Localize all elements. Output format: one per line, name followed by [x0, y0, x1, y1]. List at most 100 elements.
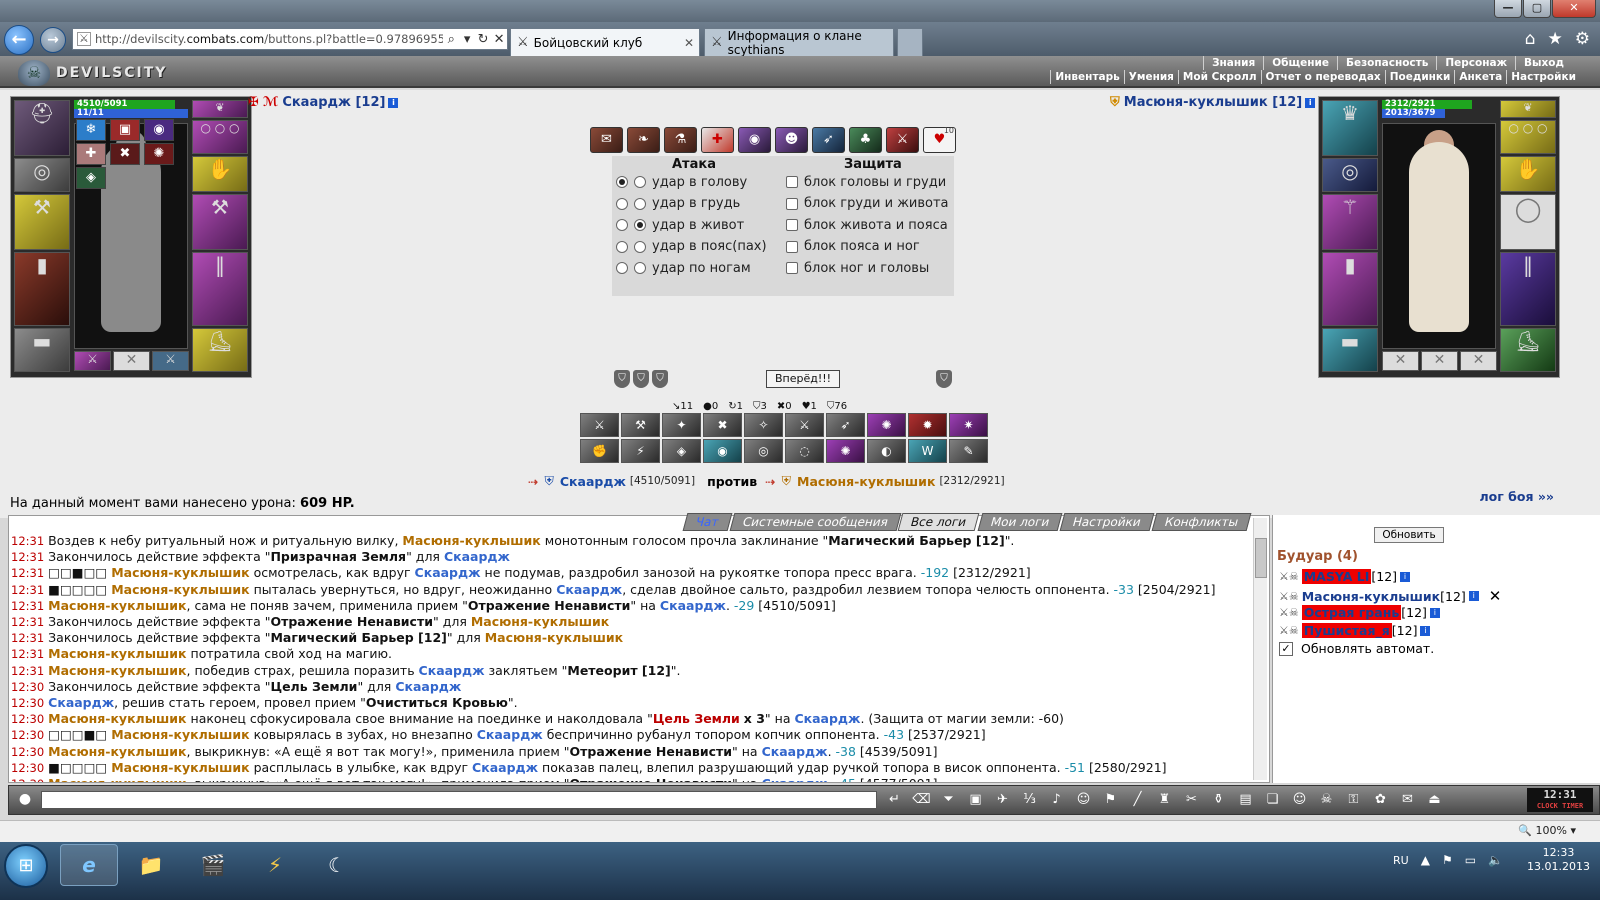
block-option[interactable]: блок пояса и ног	[786, 237, 920, 257]
helmet-slot[interactable]: ⛑	[14, 100, 70, 156]
skill-icon[interactable]: ➶	[826, 413, 865, 437]
attack-radio-2[interactable]	[634, 240, 646, 253]
block-radio[interactable]	[786, 219, 798, 231]
attack-radio[interactable]	[616, 219, 628, 231]
attack-radio[interactable]	[616, 176, 628, 188]
home-icon[interactable]: ⌂	[1525, 29, 1536, 49]
bracers-slot[interactable]: ◎	[1322, 158, 1378, 192]
block-radio[interactable]	[786, 262, 798, 274]
cross-effect-icon[interactable]: ✚	[76, 143, 106, 165]
skill-icon[interactable]: ✎	[949, 439, 988, 463]
gloves-slot[interactable]: ✋	[192, 156, 248, 192]
chat-icon[interactable]: ●	[15, 791, 35, 809]
attack-radio-2[interactable]	[634, 262, 646, 274]
orb-effect-icon[interactable]: ◉	[144, 119, 174, 141]
weapon-slot[interactable]: ⚚	[1322, 194, 1378, 250]
bracers-slot[interactable]: ◎	[14, 158, 70, 192]
skill-icon[interactable]: ◐	[867, 439, 906, 463]
info-icon[interactable]: i	[1400, 571, 1411, 582]
chat-scrollbar[interactable]	[1253, 518, 1267, 780]
player-name[interactable]: ✠ ℳ Скаардж [12] i	[248, 95, 399, 110]
shield-icon[interactable]: ⛉	[614, 370, 630, 388]
tab-chat-settings[interactable]: Настройки	[1059, 513, 1155, 531]
skill-icon[interactable]: ◎	[744, 439, 783, 463]
attack-radio-2[interactable]	[634, 197, 646, 210]
maximize-button[interactable]: ▢	[1523, 0, 1551, 18]
helmet-slot[interactable]: ♛	[1322, 100, 1378, 156]
menu-profile[interactable]: Анкета	[1454, 70, 1506, 84]
ice-effect-icon[interactable]: ❄	[76, 119, 106, 141]
armor-slot[interactable]: ▮	[14, 252, 70, 326]
network-icon[interactable]: ▭	[1465, 853, 1476, 867]
attack-option[interactable]: удар в живот	[616, 215, 744, 235]
chat-input[interactable]	[41, 791, 877, 809]
tools-icon[interactable]: ✂	[1178, 789, 1205, 811]
media-icon[interactable]: 🎬	[184, 844, 242, 886]
auto-refresh-checkbox[interactable]: ✓	[1279, 641, 1293, 656]
eye-tool-icon[interactable]: ◉	[738, 127, 771, 153]
chest-icon[interactable]: ▤	[1232, 789, 1259, 811]
favorites-icon[interactable]: ★	[1548, 29, 1563, 49]
herb-tool-icon[interactable]: ❧	[627, 127, 660, 153]
skill-icon[interactable]: W	[908, 439, 947, 463]
offhand-slot[interactable]: ⚒	[192, 194, 248, 250]
pants-slot[interactable]: ‖	[192, 252, 248, 326]
armor-slot[interactable]: ▮	[1322, 252, 1378, 326]
room-user[interactable]: ⚔☠ MASYA LI [12] i	[1279, 569, 1411, 584]
info-icon[interactable]: i	[1305, 97, 1316, 108]
opponent-avatar[interactable]	[1382, 123, 1496, 349]
heal-tool-icon[interactable]: ✚	[701, 127, 734, 153]
pocket-slot-1[interactable]: ✕	[1382, 351, 1419, 371]
system-clock[interactable]: 12:33 13.01.2013	[1527, 846, 1590, 874]
skill-icon[interactable]: ✺	[867, 413, 906, 437]
attack-option[interactable]: удар в пояс(пах)	[616, 237, 767, 257]
shield-icon[interactable]: ⛉	[652, 370, 668, 388]
mail-icon[interactable]: ✉	[1394, 789, 1421, 811]
chest-effect-icon[interactable]: ▣	[110, 119, 140, 141]
room-user[interactable]: ⚔☠ Масюня-куклышик [12] i ✕	[1279, 587, 1501, 605]
rings-slot[interactable]: ○ ○ ○	[192, 120, 248, 154]
address-url[interactable]: http://devilscity.combats.com/buttons.pl…	[95, 32, 443, 46]
filter-icon[interactable]: ⏷	[935, 789, 962, 811]
attack-radio[interactable]	[616, 197, 628, 210]
mask-tool-icon[interactable]: ☻	[775, 127, 808, 153]
forward-button[interactable]: →	[40, 27, 66, 53]
menu-skills[interactable]: Умения	[1123, 70, 1178, 84]
skill-icon[interactable]: ✦	[662, 413, 701, 437]
flag-icon[interactable]: ⚑	[1442, 853, 1453, 867]
menu-inventory[interactable]: Инвентарь	[1050, 70, 1123, 84]
sound-icon[interactable]: ♪	[1043, 789, 1070, 811]
skill-icon[interactable]: ✧	[744, 413, 783, 437]
menu-transfers[interactable]: Отчет о переводах	[1260, 70, 1385, 84]
explorer-icon[interactable]: 📁	[122, 844, 180, 886]
attack-radio-2[interactable]	[634, 176, 646, 188]
scroll-thumb[interactable]	[1255, 538, 1267, 578]
boots-slot[interactable]: ⛸	[1500, 328, 1556, 372]
arrow-tool-icon[interactable]: ➶	[812, 127, 845, 153]
menu-security[interactable]: Безопасность	[1336, 56, 1436, 70]
block-option[interactable]: блок груди и живота	[786, 194, 949, 214]
tab-conflicts[interactable]: Конфликты	[1151, 513, 1252, 531]
tab-chat[interactable]: Чат	[682, 513, 732, 531]
pocket-slot-1[interactable]: ⚔	[74, 351, 111, 371]
skill-icon[interactable]: ⚡	[621, 439, 660, 463]
skill-icon[interactable]: ✺	[826, 439, 865, 463]
block-radio[interactable]	[786, 176, 798, 188]
skill-icon[interactable]: ✷	[949, 413, 988, 437]
tree-tool-icon[interactable]: ♣	[849, 127, 882, 153]
book-icon[interactable]: ❏	[1259, 789, 1286, 811]
new-tab-button[interactable]	[897, 28, 923, 56]
exit-icon[interactable]: ⏏	[1421, 789, 1448, 811]
menu-knowledge[interactable]: Знания	[1203, 56, 1263, 70]
tab-clan-info[interactable]: ⚔ Информация о клане scythians	[704, 28, 894, 57]
weapon-slot[interactable]: ⚒	[14, 194, 70, 250]
gloves-slot[interactable]: ✋	[1500, 156, 1556, 192]
pocket-slot-3[interactable]: ⚔	[152, 351, 189, 371]
paws-icon[interactable]: ✿	[1367, 789, 1394, 811]
attack-radio[interactable]	[616, 262, 628, 274]
rings-slot[interactable]: ○ ○ ○	[1500, 120, 1556, 154]
skill-icon[interactable]: ⚔	[785, 413, 824, 437]
heart-tool-icon[interactable]: ♥ 10	[923, 126, 956, 153]
tab-system-messages[interactable]: Системные сообщения	[729, 513, 901, 531]
attack-option[interactable]: удар в голову	[616, 172, 747, 192]
